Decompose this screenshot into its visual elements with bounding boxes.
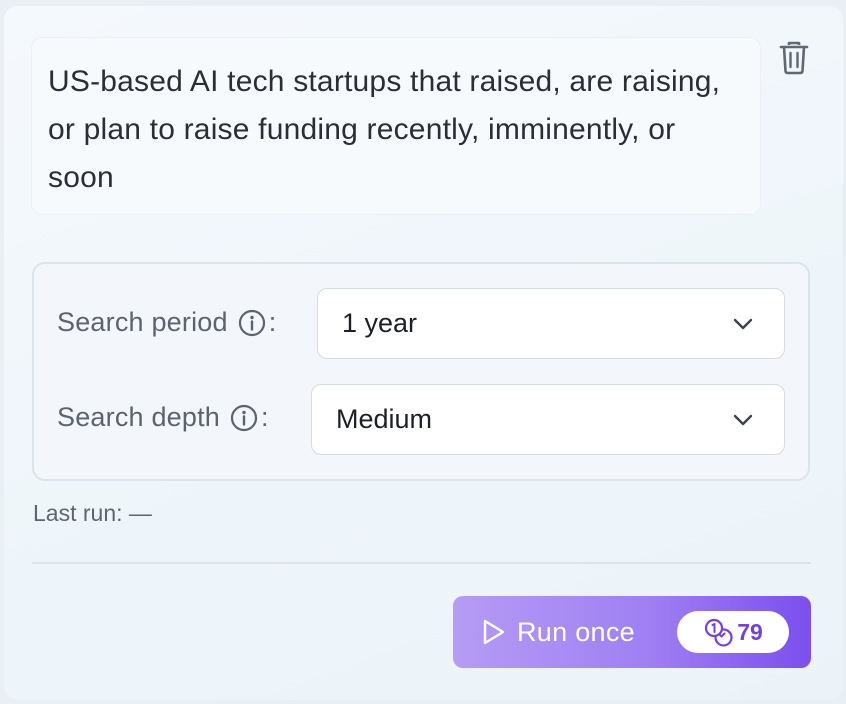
chevron-down-icon [732, 317, 754, 331]
query-box[interactable]: US-based AI tech startups that raised, a… [32, 38, 760, 214]
info-icon[interactable] [238, 309, 266, 337]
run-once-button[interactable]: Run once 79 [453, 596, 811, 668]
delete-button[interactable] [774, 38, 814, 78]
play-icon [481, 618, 507, 646]
query-text: US-based AI tech startups that raised, a… [48, 65, 721, 194]
label-colon: : [268, 307, 277, 337]
search-period-select[interactable]: 1 year [317, 288, 785, 359]
credits-badge: 79 [677, 611, 789, 653]
query-card: US-based AI tech startups that raised, a… [4, 6, 843, 700]
credits-count: 79 [737, 618, 763, 645]
label-colon: : [261, 402, 269, 432]
coins-icon [705, 618, 733, 647]
search-depth-label-row: Search depth : [57, 402, 269, 433]
search-period-label-row: Search period : [57, 307, 276, 338]
search-depth-value: Medium [336, 404, 433, 434]
last-run-status: Last run: — [33, 500, 152, 526]
search-period-value: 1 year [342, 308, 418, 338]
search-period-label: Search period [57, 307, 228, 337]
trash-icon [779, 41, 809, 75]
search-settings-panel: Search period : 1 year Search depth: Me… [32, 262, 810, 481]
run-once-label: Run once [517, 616, 635, 647]
chevron-down-icon [732, 413, 754, 427]
search-depth-select[interactable]: Medium [311, 384, 785, 455]
search-depth-label: Search depth [57, 402, 221, 432]
divider [32, 562, 811, 564]
info-icon[interactable] [230, 404, 258, 432]
